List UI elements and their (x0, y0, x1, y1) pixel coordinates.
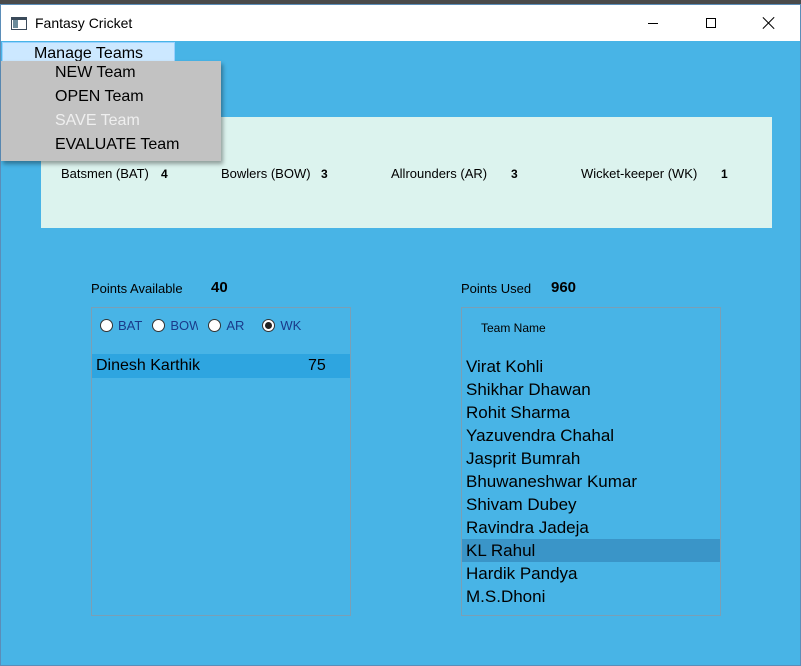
radio-bow[interactable]: BOW (152, 318, 198, 333)
menu-item-save-team: SAVE Team (55, 112, 140, 129)
wicketkeeper-count: 1 (721, 167, 728, 181)
title-bar: Fantasy Cricket (1, 5, 800, 41)
bowlers-label: Bowlers (BOW) (221, 166, 311, 181)
minimize-button[interactable] (630, 5, 676, 41)
wicketkeeper-label: Wicket-keeper (WK) (581, 166, 698, 181)
bowlers-count: 3 (321, 167, 328, 181)
manage-teams-dropdown: NEW Team OPEN Team SAVE Team EVALUATE Te… (1, 61, 221, 161)
available-players-panel: BAT BOW AR WK Dinesh Karthik 75 (91, 307, 351, 616)
maximize-button[interactable] (688, 5, 734, 41)
menu-item-open-team[interactable]: OPEN Team (1, 85, 221, 109)
maximize-icon (706, 18, 716, 28)
points-used-label: Points Used (461, 281, 532, 296)
radio-label-bat: BAT (118, 318, 143, 333)
team-player-item[interactable]: M.S.Dhoni (462, 585, 720, 608)
radio-label-wk: WK (280, 318, 302, 333)
allrounders-count: 3 (511, 167, 518, 181)
team-player-item-selected[interactable]: KL Rahul (462, 539, 720, 562)
team-panel: Team Name Virat Kohli Shikhar Dhawan Roh… (461, 307, 721, 616)
radio-circle (100, 319, 113, 332)
app-icon (11, 16, 27, 30)
team-player-item[interactable]: Jasprit Bumrah (462, 447, 720, 470)
batsmen-label: Batsmen (BAT) (61, 166, 149, 181)
team-player-item[interactable]: Rohit Sharma (462, 401, 720, 424)
menu-item-new-team[interactable]: NEW Team (1, 61, 221, 85)
available-player-item[interactable]: Dinesh Karthik 75 (92, 354, 350, 378)
player-points: 75 (308, 357, 326, 374)
radio-circle (208, 319, 222, 332)
team-player-list: Virat Kohli Shikhar Dhawan Rohit Sharma … (462, 355, 720, 608)
radio-circle (152, 319, 166, 332)
close-icon (762, 16, 776, 30)
radio-wk[interactable]: WK (262, 318, 301, 333)
team-player-item[interactable]: Shikhar Dhawan (462, 378, 720, 401)
radio-bat[interactable]: BAT (100, 318, 142, 333)
player-name: Dinesh Karthik (96, 357, 201, 374)
radio-label-bow: BOW (170, 318, 199, 333)
points-available-label: Points Available (91, 281, 183, 296)
points-used-value: 960 (551, 279, 577, 296)
minimize-icon (648, 22, 658, 24)
team-player-item[interactable]: Hardik Pandya (462, 562, 720, 585)
radio-circle-checked (262, 319, 276, 332)
menu-item-evaluate-team[interactable]: EVALUATE Team (1, 133, 221, 157)
radio-label-ar: AR (226, 318, 245, 333)
role-filter: BAT BOW AR WK (100, 318, 311, 333)
batsmen-count: 4 (161, 167, 168, 181)
points-available-value: 40 (211, 279, 228, 296)
window-title: Fantasy Cricket (35, 15, 133, 31)
radio-ar[interactable]: AR (208, 318, 244, 333)
team-player-item[interactable]: Ravindra Jadeja (462, 516, 720, 539)
team-player-item[interactable]: Yazuvendra Chahal (462, 424, 720, 447)
team-player-item[interactable]: Shivam Dubey (462, 493, 720, 516)
team-player-item[interactable]: Bhuwaneshwar Kumar (462, 470, 720, 493)
team-name-label: Team Name (481, 321, 546, 335)
close-button[interactable] (746, 5, 792, 41)
team-player-item[interactable]: Virat Kohli (462, 355, 720, 378)
allrounders-label: Allrounders (AR) (391, 166, 488, 181)
